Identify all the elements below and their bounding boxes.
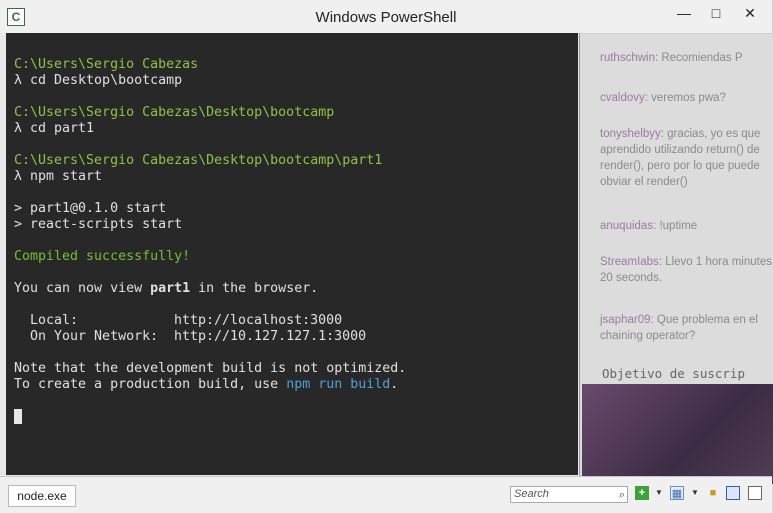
output-line: > part1@0.1.0 start xyxy=(14,201,167,216)
local-label: Local: xyxy=(14,313,79,328)
terminal-output[interactable]: C:\Users\Sergio Cabezas λ cd Desktop\boo… xyxy=(6,33,578,475)
chat-message: StreamIabs: Llevo 1 hora minutes 20 seco… xyxy=(600,256,772,284)
maximize-button[interactable]: □ xyxy=(702,2,730,26)
webcam-video xyxy=(582,384,773,484)
chat-message: anuquidas: !uptime xyxy=(600,220,698,232)
command-line: λ npm start xyxy=(14,169,103,184)
chat-message: cvaldovy: veremos pwa? xyxy=(600,92,726,104)
compiled-message: Compiled successfully! xyxy=(14,249,191,264)
network-url: http://10.127.127.1:3000 xyxy=(174,329,367,344)
output-line: Note that the development build is not o… xyxy=(14,361,407,376)
build-command: npm run build xyxy=(286,377,391,392)
chat-message: jsaphar09: Que problema en el chaining o… xyxy=(600,314,758,342)
prompt-path: C:\Users\Sergio Cabezas\Desktop\bootcamp… xyxy=(14,153,383,168)
background-chat-panel: ruthschwin: Recomiendas P cvaldovy: vere… xyxy=(578,0,773,513)
console-tab[interactable]: node.exe xyxy=(8,485,76,507)
search-icon[interactable]: ⌕ xyxy=(619,488,625,503)
title-bar[interactable]: C Windows PowerShell — □ ✕ xyxy=(0,0,772,33)
subscription-goal-label: Objetivo de suscrip xyxy=(602,366,745,381)
status-bar: node.exe Search ⌕ + ▼ ▦ ▼ ■ xyxy=(0,476,772,513)
window-title: Windows PowerShell xyxy=(315,9,457,26)
text-cursor xyxy=(14,409,22,424)
output-line: > react-scripts start xyxy=(14,217,183,232)
chevron-down-icon[interactable]: ▼ xyxy=(688,486,702,500)
view-message: You can now view part1 in the browser. xyxy=(14,281,319,296)
chat-message: tonyshelbyy: gracias, yo es que aprendid… xyxy=(600,128,761,188)
prompt-path: C:\Users\Sergio Cabezas\Desktop\bootcamp xyxy=(14,105,335,120)
command-line: λ cd part1 xyxy=(14,121,95,136)
app-name: part1 xyxy=(150,281,191,296)
lock-icon[interactable]: ■ xyxy=(706,486,720,500)
new-console-icon[interactable]: + xyxy=(635,486,649,500)
table-icon[interactable]: ▦ xyxy=(670,486,684,500)
chevron-down-icon[interactable]: ▼ xyxy=(652,486,666,500)
layout-single-icon[interactable] xyxy=(748,486,762,500)
minimize-button[interactable]: — xyxy=(670,2,698,26)
chat-message: ruthschwin: Recomiendas P xyxy=(600,52,743,64)
command-line: λ cd Desktop\bootcamp xyxy=(14,73,183,88)
output-line: To create a production build, use npm ru… xyxy=(14,377,399,392)
layout-split-icon[interactable] xyxy=(726,486,740,500)
prompt-path: C:\Users\Sergio Cabezas xyxy=(14,57,199,72)
network-label: On Your Network: xyxy=(14,329,159,344)
close-button[interactable]: ✕ xyxy=(736,2,764,26)
local-url: http://localhost:3000 xyxy=(174,313,343,328)
search-input[interactable]: Search ⌕ xyxy=(510,486,628,503)
